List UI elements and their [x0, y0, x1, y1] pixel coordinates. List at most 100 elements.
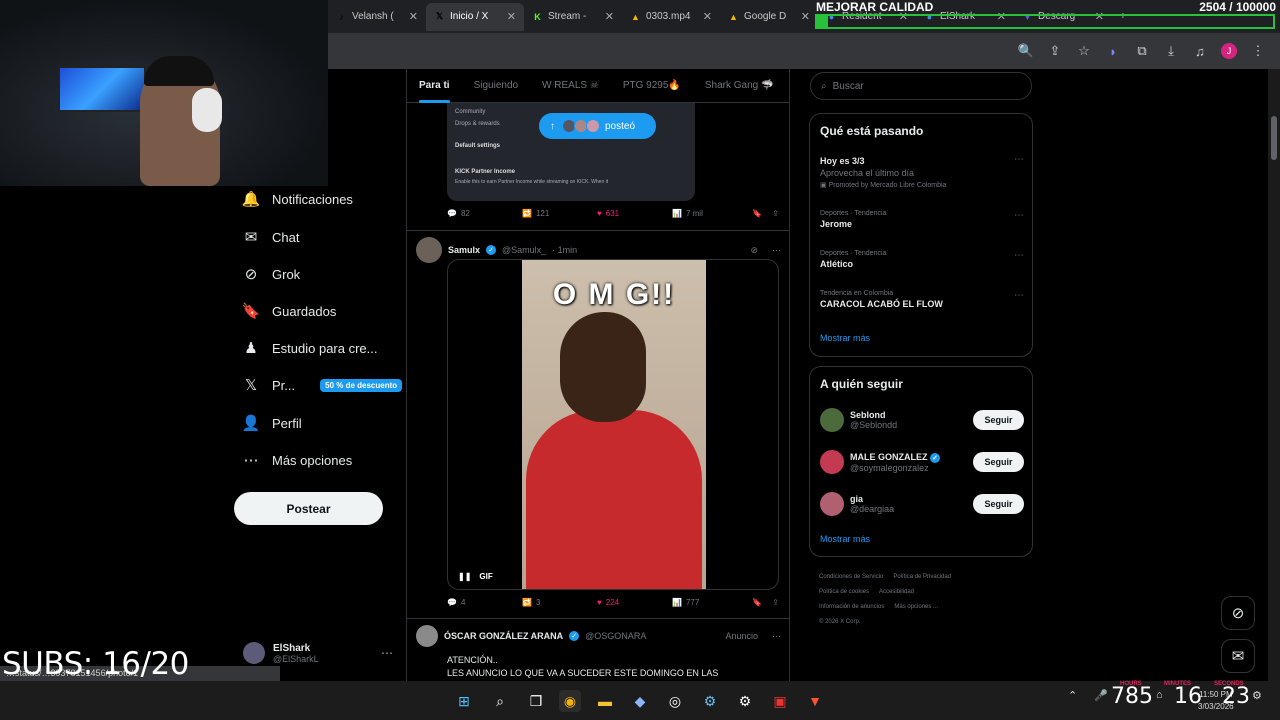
- author-name[interactable]: Samulx: [448, 245, 480, 255]
- media-control-icon[interactable]: ♫: [1192, 43, 1208, 59]
- like-button[interactable]: ♥ 631: [597, 209, 672, 218]
- install-icon[interactable]: ⇪: [1047, 43, 1063, 59]
- close-icon[interactable]: ✕: [801, 10, 810, 23]
- close-icon[interactable]: ✕: [409, 10, 418, 23]
- search-input[interactable]: ⌕ Buscar: [810, 72, 1032, 100]
- footer-link[interactable]: Política de Privacidad: [893, 574, 951, 580]
- profile-avatar[interactable]: J: [1221, 43, 1237, 59]
- nav-item[interactable]: 🔖 Guardados: [242, 303, 337, 320]
- bookmark-icon[interactable]: 🔖: [752, 598, 762, 607]
- follow-button[interactable]: Seguir: [973, 494, 1024, 514]
- views-button[interactable]: 📊 7 mil: [672, 209, 742, 218]
- follow-suggestion[interactable]: MALE GONZALEZ ✓ @soymalegonzalez Seguir: [820, 449, 1024, 475]
- new-posts-pill[interactable]: ↑ posteó: [539, 113, 656, 139]
- timeline-tab[interactable]: Para ti: [407, 69, 462, 103]
- follow-suggestion[interactable]: Seblond @Seblondd Seguir: [820, 407, 1024, 433]
- reply-button[interactable]: 💬 82: [447, 209, 522, 218]
- post-button[interactable]: Postear: [234, 492, 383, 525]
- menu-kebab-icon[interactable]: ⋮: [1250, 43, 1266, 59]
- page-scrollbar[interactable]: [1268, 69, 1280, 681]
- gif-controls[interactable]: ❚❚ GIF: [458, 572, 493, 581]
- more-icon[interactable]: ⋯: [772, 631, 781, 642]
- footer-link[interactable]: Política de cookies: [819, 589, 869, 595]
- more-icon[interactable]: ⋯: [381, 646, 393, 660]
- bookmark-icon[interactable]: 🔖: [752, 209, 762, 218]
- timeline-tab[interactable]: W REALS ☠: [530, 69, 611, 103]
- more-icon[interactable]: ⋯: [1014, 210, 1024, 221]
- brave-icon[interactable]: ▼: [804, 690, 826, 712]
- account-switcher[interactable]: ElShark @ElSharkL ⋯: [243, 638, 393, 668]
- capcut-icon[interactable]: ▣: [769, 690, 791, 712]
- settings-icon[interactable]: ⚙: [734, 690, 756, 712]
- obs-icon[interactable]: ◎: [664, 690, 686, 712]
- author-handle[interactable]: @Samulx_: [502, 245, 546, 255]
- nav-item[interactable]: 👤 Perfil: [242, 415, 302, 432]
- more-icon[interactable]: ⋯: [772, 245, 781, 256]
- chevron-up-icon[interactable]: ⌃: [1068, 689, 1077, 702]
- post-gif[interactable]: O M G!! ❚❚ GIF: [447, 259, 779, 590]
- trend-item[interactable]: Hoy es 3/3 Aprovecha el último día ▣ Pro…: [820, 154, 1024, 189]
- zoom-icon[interactable]: 🔍: [1018, 43, 1034, 59]
- trend-item[interactable]: Tendencia en Colombia CARACOL ACABÓ EL F…: [820, 290, 1024, 309]
- repost-button[interactable]: 🔁 121: [522, 209, 597, 218]
- nav-item[interactable]: ✉ Chat: [243, 229, 300, 246]
- extension-sound-icon[interactable]: ◗: [1105, 43, 1121, 59]
- file-explorer-icon[interactable]: ▬: [594, 690, 616, 712]
- browser-tab[interactable]: K Stream - ✕: [524, 3, 622, 31]
- post-time[interactable]: · 1min: [552, 245, 577, 255]
- footer-link[interactable]: Accesibilidad: [879, 589, 914, 595]
- show-more-link[interactable]: Mostrar más: [820, 333, 870, 343]
- pause-icon[interactable]: ❚❚: [458, 572, 471, 581]
- ad-author-handle[interactable]: @OSGONARA: [585, 631, 646, 641]
- microphone-icon[interactable]: 🎤: [1094, 689, 1108, 702]
- timeline-tab[interactable]: Siguiendo: [462, 69, 530, 103]
- grok-fab-icon[interactable]: ⊘: [1221, 596, 1255, 630]
- grok-icon[interactable]: ⊘: [750, 245, 758, 256]
- close-icon[interactable]: ✕: [507, 10, 516, 23]
- scrollbar-thumb[interactable]: [1271, 116, 1277, 160]
- extensions-icon[interactable]: ⧉: [1134, 43, 1150, 59]
- views-button[interactable]: 📊 777: [672, 598, 742, 607]
- ad-author-name[interactable]: ÓSCAR GONZÁLEZ ARANA: [444, 631, 563, 641]
- reply-button[interactable]: 💬 4: [447, 598, 522, 607]
- trend-item[interactable]: Deportes · Tendencia Jerome ⋯: [820, 210, 1024, 229]
- browser-tab[interactable]: 𝕏 Inicio / X ✕: [426, 2, 524, 31]
- follow-suggestion[interactable]: gia @deargiaa Seguir: [820, 491, 1024, 517]
- close-icon[interactable]: ✕: [703, 10, 712, 23]
- close-icon[interactable]: ✕: [605, 10, 614, 23]
- nav-item[interactable]: 🔔 Notificaciones: [242, 191, 353, 208]
- notifications-icon[interactable]: ⚙: [1252, 689, 1262, 702]
- footer-link[interactable]: © 2026 X Corp.: [819, 619, 860, 625]
- chrome-icon[interactable]: ◉: [559, 690, 581, 712]
- footer-link[interactable]: Información de anuncios: [819, 604, 884, 610]
- task-view-icon[interactable]: ❐: [525, 690, 547, 712]
- timeline-tab[interactable]: Shark Gang 🦈: [693, 69, 786, 103]
- footer-link[interactable]: Más opciones ...: [894, 604, 938, 610]
- app-icon[interactable]: ◆: [629, 690, 651, 712]
- follow-button[interactable]: Seguir: [973, 410, 1024, 430]
- nav-item[interactable]: ⋯ Más opciones: [243, 452, 353, 469]
- bookmark-star-icon[interactable]: ☆: [1076, 43, 1092, 59]
- nav-item[interactable]: ♟ Estudio para cre...: [243, 340, 377, 357]
- avatar[interactable]: [416, 237, 442, 263]
- timeline-tab[interactable]: PTG 9295🔥: [611, 69, 693, 103]
- like-button[interactable]: ♥ 224: [597, 598, 672, 607]
- share-icon[interactable]: ⇪: [772, 598, 779, 607]
- windows-start-icon[interactable]: ⊞: [453, 690, 475, 712]
- more-icon[interactable]: ⋯: [1014, 290, 1024, 301]
- downloads-icon[interactable]: ⤓: [1163, 43, 1179, 59]
- more-icon[interactable]: ⋯: [1014, 154, 1024, 165]
- network-icon[interactable]: ⌂: [1156, 689, 1163, 701]
- browser-tab[interactable]: ▲ Google D ✕: [720, 3, 818, 31]
- nav-item[interactable]: ⊘ Grok: [243, 266, 300, 283]
- footer-link[interactable]: Condiciones de Servicio: [819, 574, 883, 580]
- avatar[interactable]: [416, 625, 438, 647]
- trend-item[interactable]: Deportes · Tendencia Atlético ⋯: [820, 250, 1024, 269]
- repost-button[interactable]: 🔁 3: [522, 598, 597, 607]
- nav-item[interactable]: 𝕏 Pr... 50 % de descuento: [243, 377, 403, 394]
- messages-fab-icon[interactable]: ✉: [1221, 639, 1255, 673]
- search-icon[interactable]: ⌕: [489, 690, 511, 712]
- show-more-link[interactable]: Mostrar más: [820, 534, 870, 544]
- browser-tab[interactable]: ▲ 0303.mp4 ✕: [622, 3, 720, 31]
- share-icon[interactable]: ⇪: [772, 209, 779, 218]
